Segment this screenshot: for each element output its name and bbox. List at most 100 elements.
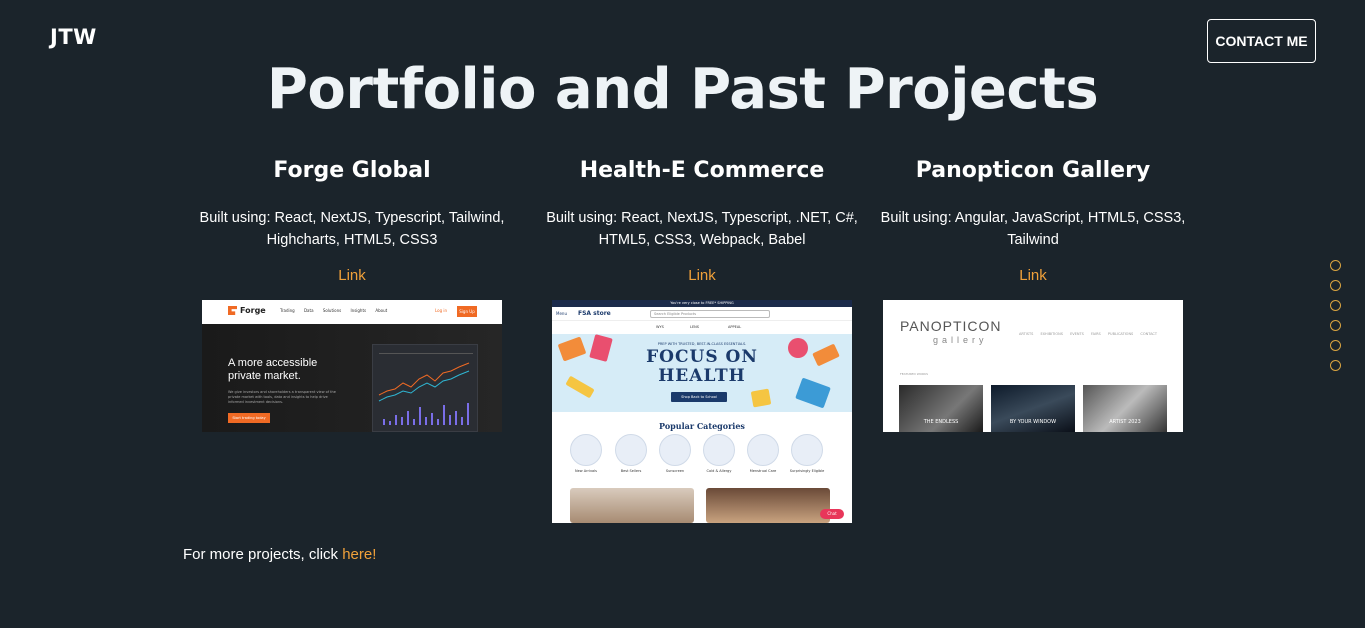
category-label: Sunscreen: [665, 469, 685, 473]
project-description: Built using: React, NextJS, Typescript, …: [546, 210, 858, 248]
star-icon: [570, 434, 602, 466]
nav-dot[interactable]: [1330, 260, 1341, 271]
gallery-tile: BY YOUR WINDOW: [991, 385, 1075, 432]
headline-line: HEALTH: [658, 366, 746, 386]
project-link[interactable]: Link: [688, 267, 716, 284]
section-label: FEATURED WORKS: [900, 372, 928, 376]
pad-icon: [747, 434, 779, 466]
category-item: Menstrual Care: [743, 434, 783, 473]
forge-logo: Forge: [228, 306, 266, 315]
forge-logo-icon: [228, 306, 237, 315]
category-label: New Arrivals: [575, 469, 597, 473]
decor-shape: [750, 388, 772, 408]
tile-caption: ARTIST 2023: [1109, 419, 1141, 425]
project-link[interactable]: Link: [1019, 267, 1047, 284]
headline-line: private market.: [228, 370, 301, 382]
category-label: Best Sellers: [620, 469, 642, 473]
more-projects-text: For more projects, click here!: [183, 546, 376, 563]
menu-item: Data: [303, 308, 314, 313]
category-item: New Arrivals: [566, 434, 606, 473]
panopticon-gallery-screenshot[interactable]: PANOPTICON gallery ARTISTS EXHIBITIONS E…: [883, 300, 1183, 432]
subnav-item: LENS: [690, 325, 700, 329]
menu-item: ARTISTS: [1019, 332, 1034, 336]
health-e-commerce-screenshot[interactable]: You're very close to FREE* SHIPPING Menu…: [552, 300, 852, 523]
more-projects-label: For more projects, click: [183, 546, 343, 563]
menu-item: Trading: [280, 308, 295, 313]
category-item: Sunscreen: [655, 434, 695, 473]
project-link[interactable]: Link: [338, 267, 366, 284]
category-label: Menstrual Care: [749, 469, 777, 473]
bottle-icon: [703, 434, 735, 466]
screenshot-headline: A more accessible private market.: [228, 357, 317, 383]
project-card-health-e-commerce: Health-E Commerce Built using: React, Ne…: [532, 155, 872, 284]
headline-line: A more accessible: [228, 357, 318, 369]
category-label: Surprisingly Eligible: [789, 469, 825, 473]
screenshot-menu: Menu: [556, 311, 567, 316]
chart-rule: [379, 353, 473, 354]
gallery-tile: THE ENDLESS: [899, 385, 983, 432]
headline-line: FOCUS ON: [646, 347, 758, 367]
screenshot-menu: ARTISTS EXHIBITIONS EVENTS FAIRS PUBLICA…: [1019, 332, 1163, 336]
chart-line-blue: [378, 370, 470, 402]
screenshot-chart: [372, 344, 478, 432]
menu-item: EXHIBITIONS: [1040, 332, 1063, 336]
menu-item: PUBLICATIONS: [1107, 332, 1134, 336]
project-title: Forge Global: [273, 158, 431, 183]
category-item: Surprisingly Eligible: [787, 434, 827, 473]
fsa-store-logo: FSA store: [578, 310, 611, 317]
screenshot-header: Menu FSA store Search Eligible Products: [552, 307, 852, 321]
screenshot-search: Search Eligible Products: [650, 310, 770, 318]
site-logo[interactable]: JTW: [50, 25, 97, 49]
section-nav-dots: [1330, 260, 1341, 380]
nav-dot[interactable]: [1330, 320, 1341, 331]
project-title: Health-E Commerce: [579, 158, 825, 183]
chart-bars: [383, 403, 469, 425]
banner-headline: FOCUS ON HEALTH: [552, 348, 852, 386]
screenshot-nav: Forge Trading Data Solutions Insights Ab…: [202, 300, 502, 324]
screenshot-topbar: You're very close to FREE* SHIPPING: [552, 300, 852, 307]
nav-dot[interactable]: [1330, 300, 1341, 311]
screenshot-hero: A more accessible private market. We giv…: [202, 324, 502, 432]
screenshot-subtext: We give investors and shareholders a tra…: [228, 390, 336, 404]
page-title: Portfolio and Past Projects: [266, 57, 1099, 122]
banner-tagline: PREP WITH TRUSTED, BEST-IN-CLASS ESSENTI…: [657, 342, 747, 346]
menu-item: Solutions: [322, 308, 342, 313]
project-card-forge-global: Forge Global Built using: React, NextJS,…: [182, 155, 522, 284]
subnav-item: WYS: [656, 325, 664, 329]
line-chart-graphic: [378, 353, 473, 425]
forge-global-screenshot[interactable]: Forge Trading Data Solutions Insights Ab…: [202, 300, 502, 432]
project-title: Panopticon Gallery: [915, 158, 1151, 183]
panopticon-logo: PANOPTICON: [900, 318, 1002, 334]
screenshot-banner: PREP WITH TRUSTED, BEST-IN-CLASS ESSENTI…: [552, 334, 852, 412]
product-photo: [570, 488, 694, 523]
panopticon-logo-sub: gallery: [933, 335, 988, 345]
chart-line-orange: [378, 362, 470, 396]
shop-button: Shop Back to School: [671, 392, 727, 402]
menu-item: About: [375, 308, 388, 313]
more-projects-link[interactable]: here!: [342, 546, 376, 563]
chat-button: Chat: [820, 509, 844, 519]
screenshot-signup: Sign Up: [457, 306, 477, 317]
subnav-item: APPEAL: [728, 325, 742, 329]
menu-item: CONTACT: [1140, 332, 1158, 336]
project-card-panopticon-gallery: Panopticon Gallery Built using: Angular,…: [863, 155, 1203, 284]
category-label: Cold & Allergy: [706, 469, 732, 473]
project-description: Built using: React, NextJS, Typescript, …: [199, 210, 505, 248]
tag-icon: [791, 434, 823, 466]
product-photo: [706, 488, 830, 523]
menu-item: FAIRS: [1090, 332, 1101, 336]
category-item: Best Sellers: [611, 434, 651, 473]
gallery-tile: ARTIST 2023: [1083, 385, 1167, 432]
menu-item: EVENTS: [1070, 332, 1084, 336]
nav-dot[interactable]: [1330, 280, 1341, 291]
nav-dot[interactable]: [1330, 360, 1341, 371]
screenshot-cta: Start trading today: [228, 413, 270, 423]
project-description: Built using: Angular, JavaScript, HTML5,…: [880, 210, 1186, 248]
sunscreen-icon: [659, 434, 691, 466]
category-item: Cold & Allergy: [699, 434, 739, 473]
flame-icon: [615, 434, 647, 466]
menu-item: Insights: [350, 308, 367, 313]
tile-caption: THE ENDLESS: [923, 419, 959, 425]
screenshot-menu: Trading Data Solutions Insights About: [280, 308, 395, 313]
nav-dot[interactable]: [1330, 340, 1341, 351]
